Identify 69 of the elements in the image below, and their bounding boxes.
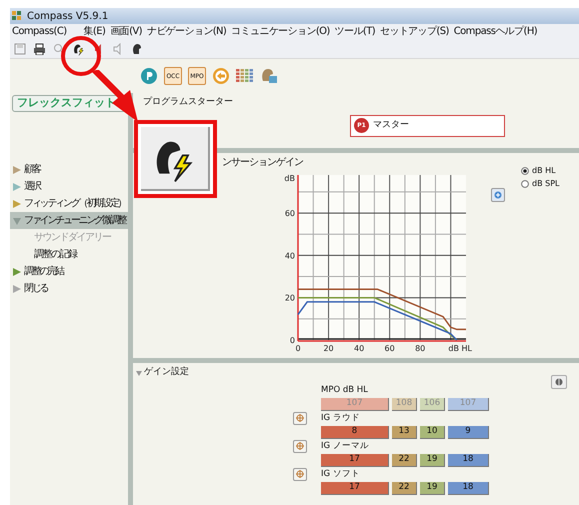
hearing-aid-icon[interactable]	[131, 42, 143, 54]
row-label: IG ラウド	[321, 412, 361, 424]
half-circle-icon	[555, 378, 563, 386]
p-circle-icon[interactable]	[140, 67, 158, 85]
crosshair-icon	[296, 442, 304, 450]
menu-item[interactable]: セットアップ(S)	[380, 24, 449, 39]
nav-item[interactable]: ファインチューニング微調整	[10, 212, 128, 229]
x-tick-label: 40	[354, 344, 364, 353]
nav-subitem[interactable]: 調整の記録	[10, 246, 128, 263]
gain-value-field[interactable]: 18	[448, 454, 489, 466]
gain-value-field[interactable]: 10	[420, 426, 445, 438]
nav-item[interactable]: 選択	[10, 178, 128, 195]
highlight-circle	[60, 35, 102, 77]
preview-icon[interactable]	[53, 42, 65, 54]
x-axis-label: dB HL	[448, 344, 472, 353]
gain-value-field[interactable]: 22	[392, 454, 417, 466]
menu-item[interactable]: ツール(T)	[334, 24, 376, 39]
gain-value-field[interactable]: 22	[392, 482, 417, 494]
gain-value-field[interactable]: 19	[420, 482, 445, 494]
x-tick-label: 0	[295, 344, 301, 353]
x-tick-label: 80	[415, 344, 426, 353]
gain-value-field[interactable]: 17	[321, 454, 389, 466]
nav-item[interactable]: 閉じる	[10, 280, 128, 297]
window-title: Compass V5.9.1	[27, 10, 108, 24]
plus-icon	[494, 191, 502, 199]
zoom-button[interactable]	[491, 188, 505, 202]
collapse-triangle-icon[interactable]	[136, 370, 142, 376]
crosshair-icon	[296, 470, 304, 478]
section-title: プログラムスターター	[143, 96, 234, 109]
y-tick-label: 0	[290, 336, 295, 345]
row-label: IG ソフト	[321, 468, 361, 480]
crosshair-icon	[296, 414, 304, 422]
menu-item[interactable]: 画面(V)	[110, 24, 142, 39]
menu-item[interactable]: 集(E)	[84, 24, 106, 39]
grid-icon[interactable]	[236, 69, 254, 83]
section-title: ンサーションゲイン	[222, 156, 303, 168]
gain-value-field[interactable]: 19	[420, 454, 445, 466]
gain-value-field[interactable]: 18	[448, 482, 489, 494]
gain-value-field[interactable]: 17	[321, 482, 389, 494]
crosshair-button[interactable]	[293, 440, 307, 452]
hearing-aid-lock-icon[interactable]	[260, 67, 278, 85]
gain-value-field[interactable]: 8	[321, 426, 389, 438]
y-tick-label: 20	[284, 294, 295, 303]
print-icon[interactable]	[33, 42, 46, 54]
app-logo-icon	[12, 11, 22, 21]
toggle-button[interactable]	[551, 375, 567, 389]
menu-item[interactable]: コミュニケーション(O)	[231, 24, 330, 39]
crosshair-button[interactable]	[293, 468, 307, 480]
y-axis-label: dB	[284, 174, 295, 183]
x-tick-label: 60	[384, 344, 395, 353]
nav-item[interactable]: 調整の完結	[10, 263, 128, 280]
gain-value-field[interactable]: 13	[392, 426, 417, 438]
menu-item[interactable]: Compassヘルプ(H)	[454, 24, 538, 39]
x-tick-label: 20	[323, 344, 334, 353]
section-title: ゲイン設定	[144, 366, 189, 379]
y-tick-label: 40	[284, 251, 295, 260]
unit-radio[interactable]: dB SPL	[521, 178, 560, 190]
crosshair-button[interactable]	[293, 412, 307, 424]
menu-item[interactable]: Compass(C)	[12, 24, 67, 39]
gain-value-field[interactable]: 9	[448, 426, 489, 438]
save-icon[interactable]	[14, 42, 26, 54]
nav-item[interactable]: フィッティング（初期設定）	[10, 195, 128, 212]
unit-radio[interactable]: dB HL	[521, 165, 560, 177]
hearing-aid-lightning-icon[interactable]	[72, 42, 86, 56]
menu-item[interactable]: ナビゲーション(N)	[146, 24, 226, 39]
row-label: IG ノーマル	[321, 440, 370, 452]
nav-item[interactable]: 顧客	[10, 161, 128, 178]
y-tick-label: 60	[284, 209, 295, 218]
row-label: MPO dB HL	[321, 384, 369, 396]
